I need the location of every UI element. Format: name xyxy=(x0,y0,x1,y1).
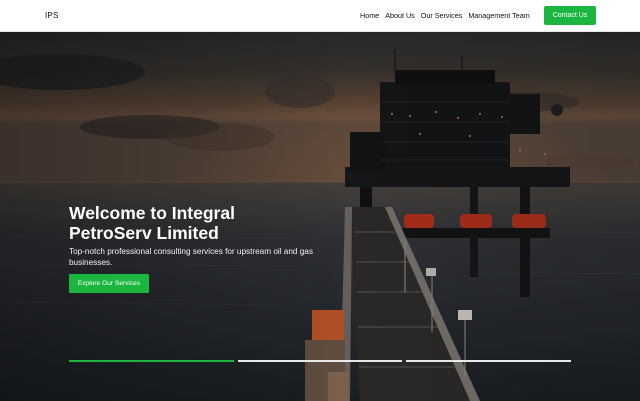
explore-services-button[interactable]: Explore Our Services xyxy=(69,274,149,293)
contact-us-button[interactable]: Contact Us xyxy=(544,6,596,25)
nav-link-home[interactable]: Home xyxy=(360,11,379,20)
slider-indicators xyxy=(69,360,572,362)
site-logo[interactable]: IPS xyxy=(45,11,59,20)
nav-link-management-team[interactable]: Management Team xyxy=(468,11,529,20)
slide-indicator-3[interactable] xyxy=(406,360,572,362)
slide-indicator-2[interactable] xyxy=(237,360,403,362)
slide-indicator-1[interactable] xyxy=(69,360,234,362)
top-navbar: IPS Home About Us Our Services Managemen… xyxy=(0,0,640,32)
hero-subtitle: Top-notch professional consulting servic… xyxy=(69,247,313,267)
nav-link-our-services[interactable]: Our Services xyxy=(421,11,463,20)
nav-links: Home About Us Our Services Management Te… xyxy=(360,11,530,20)
hero-title: Welcome to Integral PetroServ Limited xyxy=(69,203,235,243)
hero-section: Welcome to Integral PetroServ Limited To… xyxy=(0,32,640,401)
nav-link-about-us[interactable]: About Us xyxy=(385,11,415,20)
